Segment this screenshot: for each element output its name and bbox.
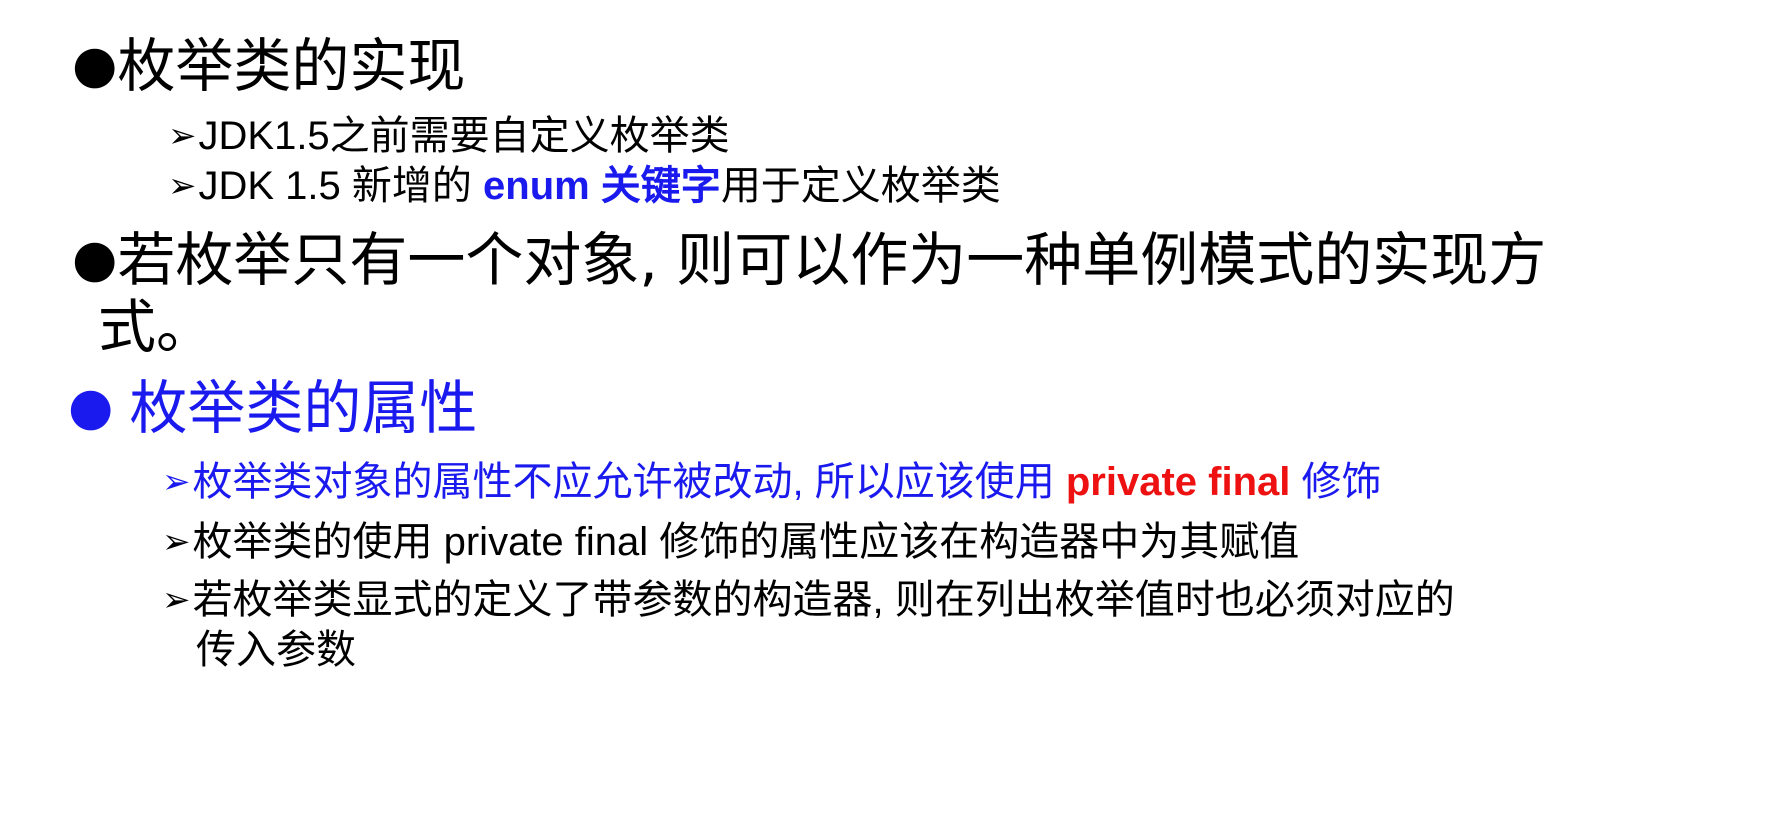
heading-text: 枚举类的属性 (129, 374, 478, 442)
subitem-line-2: 传入参数 (196, 628, 356, 672)
subitem-text: 枚举类的使用 private final 修饰的属性应该在构造器中为其赋值 (192, 520, 1300, 564)
subitem-jdk15-enum-keyword: ➢JDK 1.5 新增的 enum 关键字用于定义枚举类 (168, 158, 1001, 214)
subitem-text: JDK1.5之前需要自定义枚举类 (198, 114, 730, 158)
subitem-private-final: ➢枚举类对象的属性不应允许被改动, 所以应该使用 private final 修… (162, 454, 1381, 510)
bullet-icon: ● (72, 35, 118, 95)
arrow-bullet-icon: ➢ (162, 580, 191, 620)
heading-text: 枚举类的实现 (117, 32, 466, 100)
subitem-constructor-assign: ➢枚举类的使用 private final 修饰的属性应该在构造器中为其赋值 (162, 514, 1299, 570)
subitem-constructor-params-continued: 传入参数 (196, 622, 356, 678)
paragraph-line-1: 若枚举只有一个对象, 则可以作为一种单例模式的实现方 (117, 226, 1547, 294)
arrow-bullet-icon: ➢ (162, 522, 191, 562)
private-final-highlight: private final (1065, 460, 1291, 504)
paragraph-line-2: 式。 (98, 293, 215, 361)
subitem-line-1: 若枚举类显式的定义了带参数的构造器, 则在列出枚举值时也必须对应的 (192, 578, 1455, 622)
subitem-prefix: JDK 1.5 新增的 (198, 164, 484, 208)
slide: ●枚举类的实现 ➢JDK1.5之前需要自定义枚举类 ➢JDK 1.5 新增的 e… (0, 0, 1788, 813)
subitem-jdk15-before: ➢JDK1.5之前需要自定义枚举类 (168, 108, 730, 164)
arrow-bullet-icon: ➢ (162, 462, 191, 502)
arrow-bullet-icon: ➢ (168, 116, 197, 156)
bullet-icon: ● (72, 229, 118, 289)
subitem-suffix: 修饰 (1290, 460, 1382, 504)
paragraph-singleton-continued: 式。 (98, 290, 214, 364)
heading-enum-implementation: ●枚举类的实现 (72, 28, 465, 103)
enum-keyword-highlight: enum 关键字 (483, 164, 721, 208)
heading-enum-properties: ● 枚举类的属性 (68, 370, 477, 445)
paragraph-singleton: ●若枚举只有一个对象, 则可以作为一种单例模式的实现方 (72, 222, 1546, 297)
subitem-prefix: 枚举类对象的属性不应允许被改动, 所以应该使用 (192, 460, 1066, 504)
subitem-suffix: 用于定义枚举类 (720, 164, 1001, 208)
arrow-bullet-icon: ➢ (168, 166, 197, 206)
subitem-constructor-params: ➢若枚举类显式的定义了带参数的构造器, 则在列出枚举值时也必须对应的 (162, 572, 1455, 628)
bullet-icon: ● (68, 377, 114, 437)
